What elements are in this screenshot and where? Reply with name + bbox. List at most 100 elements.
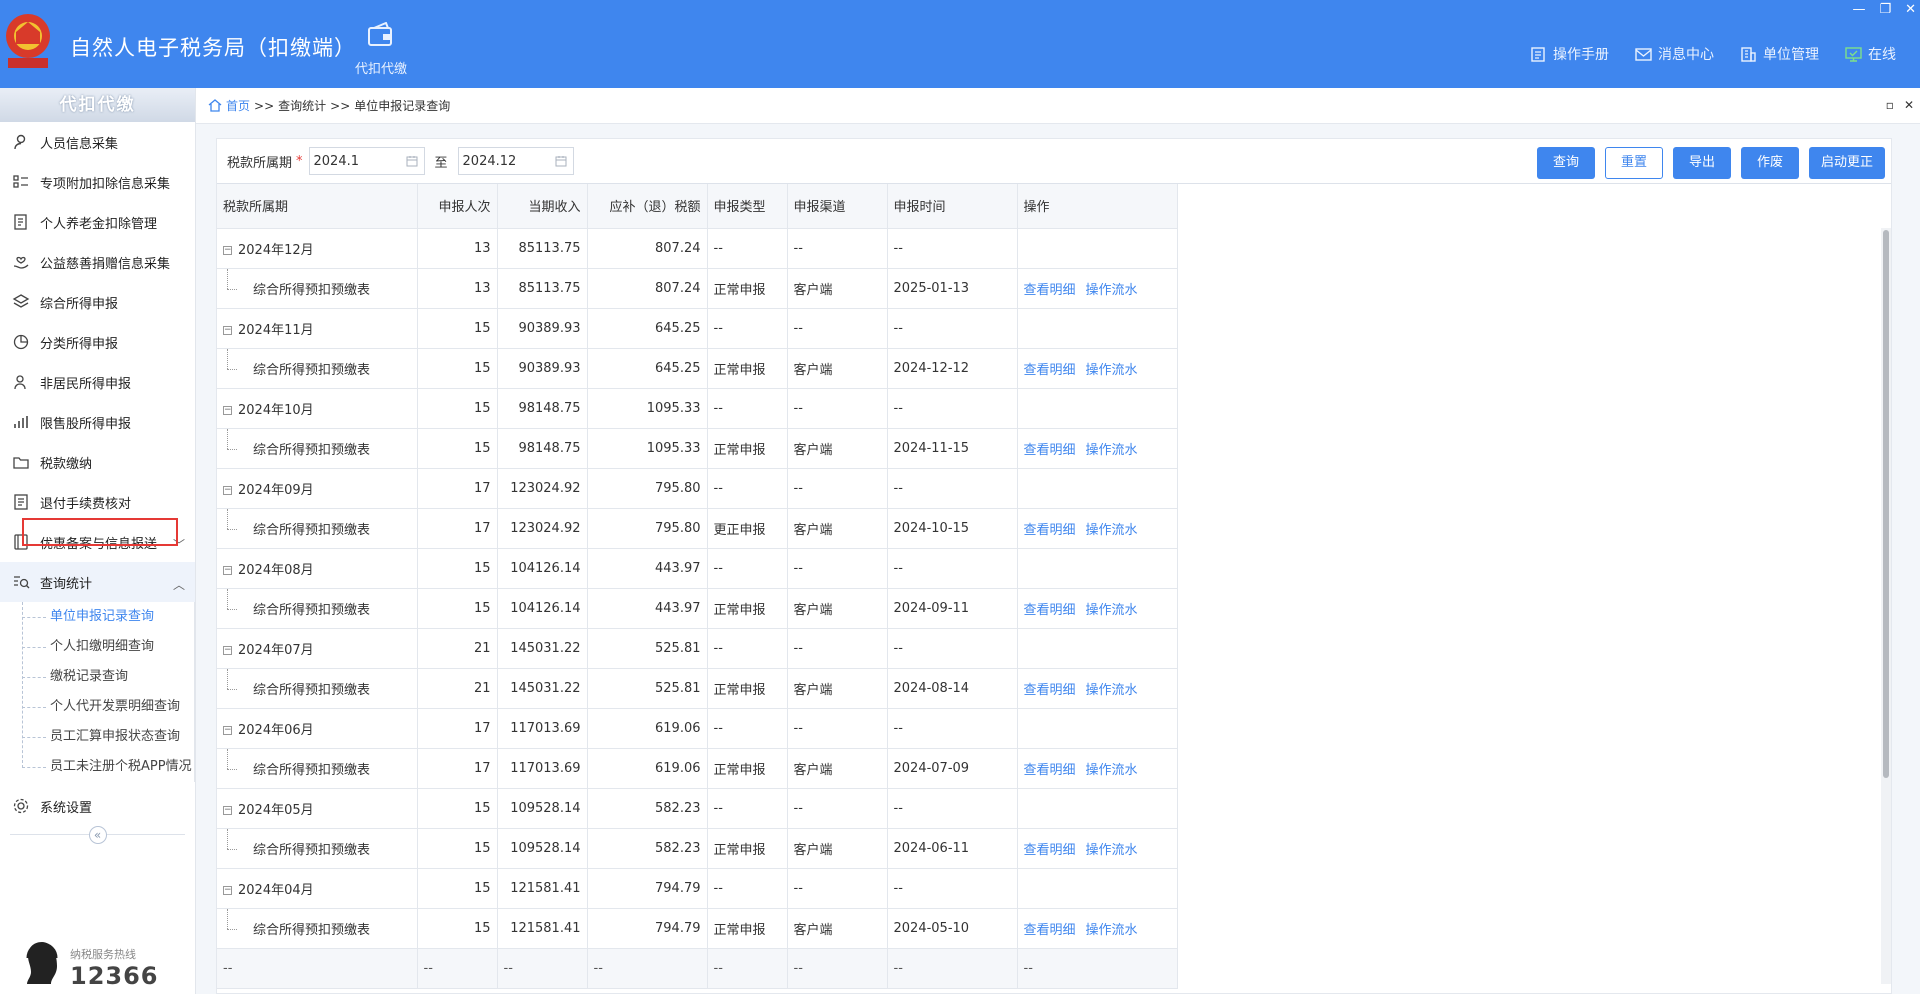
- minimize-button[interactable]: —: [1852, 2, 1865, 17]
- view-detail-link[interactable]: 查看明细: [1024, 283, 1076, 298]
- view-detail-link[interactable]: 查看明细: [1024, 843, 1076, 858]
- table-row[interactable]: 综合所得预扣预缴表 17 117013.69 619.06 正常申报 客户端 2024-07…: [217, 748, 1178, 789]
- reset-button[interactable]: 重置: [1604, 147, 1663, 179]
- operation-log-link[interactable]: 操作流水: [1086, 443, 1138, 458]
- menu-tax-payment[interactable]: 税款缴纳: [0, 442, 195, 482]
- operation-log-link[interactable]: 操作流水: [1086, 603, 1138, 618]
- collapse-toggle-icon[interactable]: −: [223, 725, 232, 735]
- void-button[interactable]: 作废: [1740, 147, 1799, 179]
- operation-log-link[interactable]: 操作流水: [1086, 683, 1138, 698]
- collapse-toggle-icon[interactable]: −: [223, 245, 232, 255]
- col-income[interactable]: 当期收入: [497, 184, 588, 229]
- view-detail-link[interactable]: 查看明细: [1024, 443, 1076, 458]
- menu-query-statistics[interactable]: 查询统计 ︿: [0, 562, 195, 602]
- operation-log-link[interactable]: 操作流水: [1086, 363, 1138, 378]
- maximize-button[interactable]: ❐: [1879, 2, 1891, 17]
- message-center-link[interactable]: 消息中心: [1635, 44, 1714, 64]
- start-correction-button[interactable]: 启动更正: [1808, 147, 1885, 179]
- close-tab-icon[interactable]: ✕: [1904, 98, 1914, 112]
- period-end-input[interactable]: 2024.12: [457, 147, 574, 175]
- table-row-group[interactable]: −2024年04月 15 121581.41 794.79 -- -- --: [217, 868, 1178, 909]
- channel-cell: --: [787, 308, 888, 349]
- operation-log-link[interactable]: 操作流水: [1086, 283, 1138, 298]
- submenu-personal-withholding-query[interactable]: 个人扣缴明细查询: [22, 632, 194, 662]
- table-row[interactable]: 综合所得预扣预缴表 17 123024.92 795.80 更正申报 客户端 2024-10…: [217, 508, 1178, 549]
- menu-classified-income[interactable]: 分类所得申报: [0, 322, 195, 362]
- period-start-input[interactable]: 2024.1: [308, 147, 425, 175]
- table-row-group[interactable]: −2024年11月 15 90389.93 645.25 -- -- --: [217, 308, 1178, 349]
- collapse-toggle-icon[interactable]: −: [223, 485, 232, 495]
- submenu-annual-settlement-query[interactable]: 员工汇算申报状态查询: [22, 722, 194, 752]
- operation-log-link[interactable]: 操作流水: [1086, 923, 1138, 938]
- collapse-toggle-icon[interactable]: −: [223, 645, 232, 655]
- view-detail-link[interactable]: 查看明细: [1024, 363, 1076, 378]
- view-detail-link[interactable]: 查看明细: [1024, 523, 1076, 538]
- operation-log-link[interactable]: 操作流水: [1086, 523, 1138, 538]
- col-type[interactable]: 申报类型: [707, 184, 788, 229]
- close-window-button[interactable]: ✕: [1905, 2, 1916, 17]
- menu-nonresident-income[interactable]: 非居民所得申报: [0, 362, 195, 402]
- menu-restricted-shares[interactable]: 限售股所得申报: [0, 402, 195, 442]
- query-button[interactable]: 查询: [1536, 147, 1595, 179]
- channel-cell: 客户端: [787, 908, 888, 949]
- scrollbar-thumb[interactable]: [1883, 230, 1889, 778]
- table-row-group[interactable]: −2024年07月 21 145031.22 525.81 -- -- --: [217, 628, 1178, 669]
- col-count[interactable]: 申报人次: [417, 184, 498, 229]
- menu-charity-donation[interactable]: 公益慈善捐赠信息采集: [0, 242, 195, 282]
- table-row[interactable]: 综合所得预扣预缴表 15 98148.75 1095.33 正常申报 客户端 2024-11…: [217, 428, 1178, 469]
- operation-log-link[interactable]: 操作流水: [1086, 843, 1138, 858]
- table-row[interactable]: 综合所得预扣预缴表 15 104126.14 443.97 正常申报 客户端 2024-09…: [217, 588, 1178, 629]
- actions-cell: [1017, 468, 1178, 509]
- table-row-group[interactable]: −2024年09月 17 123024.92 795.80 -- -- --: [217, 468, 1178, 509]
- view-detail-link[interactable]: 查看明细: [1024, 763, 1076, 778]
- table-row[interactable]: 综合所得预扣预缴表 15 109528.14 582.23 正常申报 客户端 2024-06…: [217, 828, 1178, 869]
- table-row-group[interactable]: −2024年12月 13 85113.75 807.24 -- -- --: [217, 228, 1178, 269]
- period-cell: −2024年09月: [217, 468, 418, 509]
- online-status[interactable]: 在线: [1845, 44, 1896, 64]
- unit-management-link[interactable]: 单位管理: [1740, 44, 1819, 64]
- nav-module-withholding[interactable]: 代扣代缴: [352, 21, 410, 77]
- view-detail-link[interactable]: 查看明细: [1024, 683, 1076, 698]
- menu-pension-deduction[interactable]: 个人养老金扣除管理: [0, 202, 195, 242]
- restore-tab-icon[interactable]: ▫: [1886, 98, 1894, 112]
- breadcrumb-home[interactable]: 首页: [226, 97, 250, 114]
- col-period[interactable]: 税款所属期: [217, 184, 418, 229]
- collapse-toggle-icon[interactable]: −: [223, 325, 232, 335]
- col-channel[interactable]: 申报渠道: [787, 184, 888, 229]
- col-tax[interactable]: 应补（退）税额: [587, 184, 708, 229]
- menu-refund-fee-check[interactable]: 退付手续费核对: [0, 482, 195, 522]
- collapse-toggle-icon[interactable]: −: [223, 565, 232, 575]
- actions-cell: [1017, 628, 1178, 669]
- collapse-toggle-icon[interactable]: −: [223, 885, 232, 895]
- table-row[interactable]: 综合所得预扣预缴表 15 90389.93 645.25 正常申报 客户端 2024-12-…: [217, 348, 1178, 389]
- collapse-sidebar-icon[interactable]: «: [88, 826, 107, 844]
- breadcrumb-level1[interactable]: 查询统计: [278, 97, 326, 114]
- table-row[interactable]: 综合所得预扣预缴表 13 85113.75 807.24 正常申报 客户端 2025-01-…: [217, 268, 1178, 309]
- export-button[interactable]: 导出: [1672, 147, 1731, 179]
- menu-system-settings[interactable]: 系统设置: [0, 786, 195, 826]
- income-cell: 123024.92: [497, 508, 588, 549]
- submenu-tax-payment-query[interactable]: 缴税记录查询: [22, 662, 194, 692]
- view-detail-link[interactable]: 查看明细: [1024, 603, 1076, 618]
- menu-special-deduction[interactable]: 专项附加扣除信息采集: [0, 162, 195, 202]
- table-row-group[interactable]: −2024年05月 15 109528.14 582.23 -- -- --: [217, 788, 1178, 829]
- submenu-unit-declaration-query[interactable]: 单位申报记录查询: [22, 602, 194, 632]
- submenu-unregistered-app-query[interactable]: 员工未注册个税APP情况: [22, 752, 194, 782]
- table-row-group[interactable]: −2024年06月 17 117013.69 619.06 -- -- --: [217, 708, 1178, 749]
- col-actions[interactable]: 操作: [1017, 184, 1178, 229]
- table-row-group[interactable]: −2024年10月 15 98148.75 1095.33 -- -- --: [217, 388, 1178, 429]
- table-row[interactable]: 综合所得预扣预缴表 21 145031.22 525.81 正常申报 客户端 2024-08…: [217, 668, 1178, 709]
- manual-link[interactable]: 操作手册: [1530, 44, 1609, 64]
- view-detail-link[interactable]: 查看明细: [1024, 923, 1076, 938]
- submenu-invoice-query[interactable]: 个人代开发票明细查询: [22, 692, 194, 722]
- operation-log-link[interactable]: 操作流水: [1086, 763, 1138, 778]
- collapse-toggle-icon[interactable]: −: [223, 805, 232, 815]
- income-cell: 121581.41: [497, 908, 588, 949]
- menu-comprehensive-income[interactable]: 综合所得申报: [0, 282, 195, 322]
- table-row-group[interactable]: −2024年08月 15 104126.14 443.97 -- -- --: [217, 548, 1178, 589]
- menu-person-info[interactable]: 人员信息采集: [0, 122, 195, 162]
- table-row[interactable]: 综合所得预扣预缴表 15 121581.41 794.79 正常申报 客户端 2024-05…: [217, 908, 1178, 949]
- col-time[interactable]: 申报时间: [887, 184, 1018, 229]
- vertical-scrollbar[interactable]: [1881, 228, 1891, 984]
- collapse-toggle-icon[interactable]: −: [223, 405, 232, 415]
